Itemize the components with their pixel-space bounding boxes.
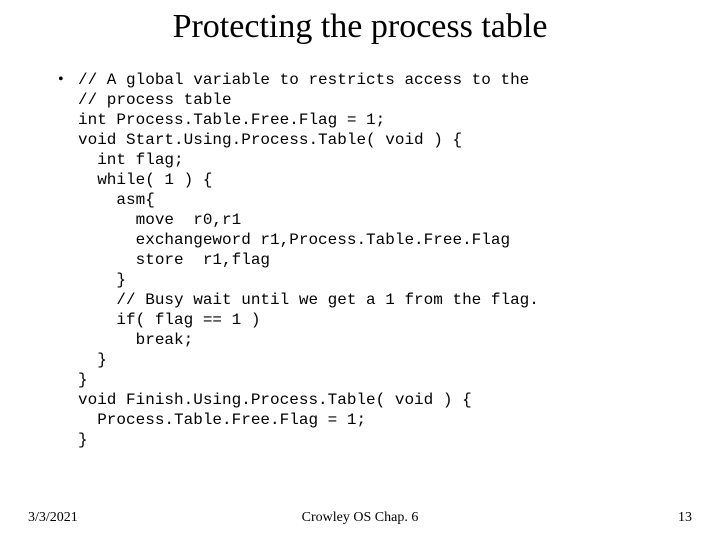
code-block: // A global variable to restricts access… bbox=[78, 70, 539, 450]
footer-page-number: 13 bbox=[678, 510, 692, 526]
bullet-item: • // A global variable to restricts acce… bbox=[58, 70, 678, 450]
bullet-marker: • bbox=[58, 70, 78, 90]
footer-center: Crowley OS Chap. 6 bbox=[0, 510, 720, 526]
slide-title: Protecting the process table bbox=[0, 8, 720, 46]
slide-body: • // A global variable to restricts acce… bbox=[58, 70, 678, 450]
slide: Protecting the process table • // A glob… bbox=[0, 0, 720, 540]
